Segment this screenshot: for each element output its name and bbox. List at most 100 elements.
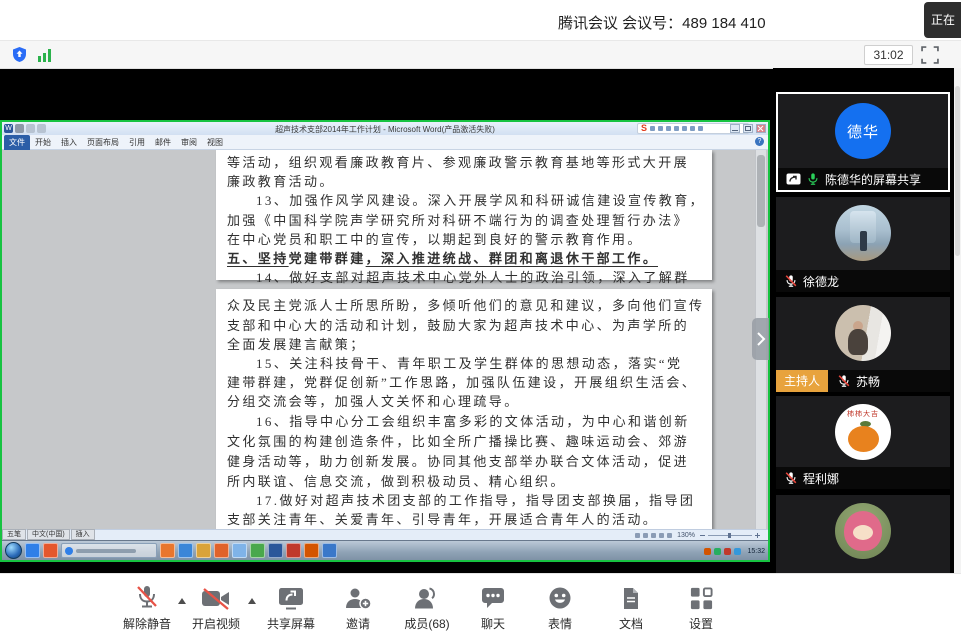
ime-insert-segment[interactable]: 插入 bbox=[71, 529, 95, 540]
ime-skin-icon[interactable] bbox=[690, 126, 695, 131]
ime-mode-icon[interactable] bbox=[650, 126, 655, 131]
avatar: 德华 bbox=[835, 103, 891, 159]
tab-insert[interactable]: 插入 bbox=[56, 135, 82, 150]
taskbar-firefox-icon[interactable] bbox=[214, 543, 229, 558]
taskbar-ie-icon[interactable] bbox=[25, 543, 40, 558]
avatar bbox=[835, 503, 891, 559]
tab-mailings[interactable]: 邮件 bbox=[150, 135, 176, 150]
doc-line: 支部和中心大的活动和计划，鼓励大家为超声技术中心、为声学所的 bbox=[227, 315, 689, 334]
unmute-button[interactable]: 解除静音 bbox=[107, 583, 187, 632]
fullscreen-button[interactable] bbox=[921, 46, 939, 64]
ime-segment[interactable]: 五笔 bbox=[2, 529, 26, 540]
tray-icon[interactable] bbox=[714, 548, 721, 555]
tab-page-layout[interactable]: 页面布局 bbox=[82, 135, 124, 150]
doc-heading: 五、坚持党建带群建，深入推进统战、群团和离退休干部工作。 bbox=[227, 248, 658, 267]
tab-home[interactable]: 开始 bbox=[30, 135, 56, 150]
participant-label: 徐德龙 bbox=[776, 270, 950, 292]
doc-line: 17.做好对超声技术团支部的工作指导，指导团支部换届，指导团 bbox=[256, 490, 695, 509]
taskbar-360-browser-icon[interactable] bbox=[250, 543, 265, 558]
start-video-button[interactable]: 开启视频 bbox=[176, 583, 256, 632]
panel-scrollbar-thumb[interactable] bbox=[955, 86, 960, 256]
docs-button[interactable]: 文档 bbox=[591, 583, 671, 632]
participant-name: 陈德华的屏幕共享 bbox=[825, 171, 921, 188]
ime-language-segment[interactable]: 中文(中国) bbox=[27, 529, 70, 540]
maximize-icon[interactable] bbox=[743, 124, 753, 133]
help-icon[interactable]: ? bbox=[755, 137, 764, 146]
network-signal-icon[interactable] bbox=[38, 49, 52, 67]
ime-mic-icon[interactable] bbox=[674, 126, 679, 131]
heading-prefix: 五、坚持 bbox=[227, 251, 289, 266]
participant-tile[interactable]: 柿柿大吉 程利娜 bbox=[776, 396, 950, 489]
settings-button[interactable]: 设置 bbox=[661, 583, 741, 632]
taskbar-ie2-icon[interactable] bbox=[178, 543, 193, 558]
tray-icon[interactable] bbox=[704, 548, 711, 555]
zoom-out-icon[interactable] bbox=[700, 533, 705, 538]
view-mode-icon[interactable] bbox=[667, 533, 672, 538]
participant-tile-sharing[interactable]: 德华 陈德华的屏幕共享 bbox=[776, 92, 950, 192]
mic-on-icon bbox=[806, 172, 820, 186]
meeting-timer: 31:02 bbox=[864, 45, 913, 65]
chat-label: 聊天 bbox=[481, 615, 505, 632]
doc-line: 所内联谊、信息交流，做到积极动员、精心组织。 bbox=[227, 471, 566, 490]
tab-view[interactable]: 视图 bbox=[202, 135, 228, 150]
tray-clock: 15:32 bbox=[747, 548, 765, 555]
tencent-meeting-window: 腾讯会议 会议号：489 184 410 正在 31:02 W 超声技术支部20… bbox=[0, 0, 961, 642]
scrollbar-thumb[interactable] bbox=[757, 155, 765, 227]
window-title-placeholder bbox=[76, 549, 136, 553]
emoji-button[interactable]: 表情 bbox=[520, 583, 600, 632]
invite-button[interactable]: 邀请 bbox=[318, 583, 398, 632]
tab-references[interactable]: 引用 bbox=[124, 135, 150, 150]
document-icon bbox=[618, 586, 644, 611]
view-mode-icon[interactable] bbox=[651, 533, 656, 538]
mic-muted-icon bbox=[784, 274, 798, 288]
taskbar-explorer-icon[interactable] bbox=[196, 543, 211, 558]
collapse-video-panel-button[interactable] bbox=[752, 318, 769, 360]
ime-clipboard-icon[interactable] bbox=[682, 126, 687, 131]
minimize-icon[interactable] bbox=[730, 124, 740, 133]
taskbar-pdf-icon[interactable] bbox=[286, 543, 301, 558]
panel-scrollbar[interactable] bbox=[954, 68, 961, 573]
participant-name: 徐德龙 bbox=[803, 273, 839, 290]
participant-tile[interactable]: 刘雨茜 bbox=[776, 495, 950, 573]
document-page-2: 众及民主党派人士所思所盼，多倾听他们的意见和建议，多向他们宣传 支部和中心大的活… bbox=[216, 289, 712, 529]
participant-tile-host[interactable]: 主持人 苏畅 bbox=[776, 297, 950, 392]
zoom-in-icon[interactable] bbox=[755, 533, 760, 538]
tray-icon[interactable] bbox=[734, 548, 741, 555]
windows-start-button[interactable] bbox=[5, 542, 22, 559]
ime-shape-icon[interactable] bbox=[658, 126, 663, 131]
tray-icon[interactable] bbox=[724, 548, 731, 555]
taskbar-powerpoint-icon[interactable] bbox=[304, 543, 319, 558]
tab-review[interactable]: 审阅 bbox=[176, 135, 202, 150]
zoom-slider-knob[interactable] bbox=[728, 533, 731, 538]
tab-file[interactable]: 文件 bbox=[4, 135, 30, 150]
zoom-level: 130% bbox=[677, 532, 695, 539]
avatar-art bbox=[848, 329, 868, 355]
taskbar-media-player-icon[interactable] bbox=[160, 543, 175, 558]
doc-line: 加强《中国科学院声学研究所对科研不端行为的调查处理暂行办法》 bbox=[227, 210, 689, 229]
heading-spellcheck-underline: 党建带群建 bbox=[289, 251, 366, 266]
taskbar-sogou-icon[interactable] bbox=[43, 543, 58, 558]
meeting-protect-shield-icon[interactable] bbox=[11, 46, 28, 68]
taskbar-photos-icon[interactable] bbox=[322, 543, 337, 558]
zoom-slider[interactable] bbox=[708, 535, 752, 536]
avatar bbox=[835, 305, 891, 361]
share-screen-label: 共享屏幕 bbox=[267, 615, 315, 632]
taskbar-active-window-button[interactable] bbox=[61, 543, 157, 558]
participant-name: 苏畅 bbox=[856, 373, 880, 390]
taskbar-cloud-app-icon[interactable] bbox=[232, 543, 247, 558]
system-tray: 15:32 bbox=[704, 543, 765, 559]
meeting-controls-toolbar: 解除静音 开启视频 共享屏幕 邀请 成员(68) 聊天 表情 bbox=[0, 573, 961, 642]
view-mode-icon[interactable] bbox=[659, 533, 664, 538]
participant-tile[interactable]: 徐德龙 bbox=[776, 197, 950, 292]
taskbar-word-icon[interactable] bbox=[268, 543, 283, 558]
emoji-icon bbox=[547, 586, 573, 611]
ime-emoji-icon[interactable] bbox=[666, 126, 671, 131]
view-mode-icon[interactable] bbox=[643, 533, 648, 538]
word-window-controls bbox=[730, 124, 766, 133]
participant-label: 程利娜 bbox=[776, 467, 950, 489]
ime-toolbox-icon[interactable] bbox=[698, 126, 703, 131]
close-icon[interactable] bbox=[756, 124, 766, 133]
view-mode-icon[interactable] bbox=[635, 533, 640, 538]
settings-label: 设置 bbox=[689, 615, 713, 632]
meeting-title: 腾讯会议 会议号：489 184 410 bbox=[558, 12, 766, 33]
